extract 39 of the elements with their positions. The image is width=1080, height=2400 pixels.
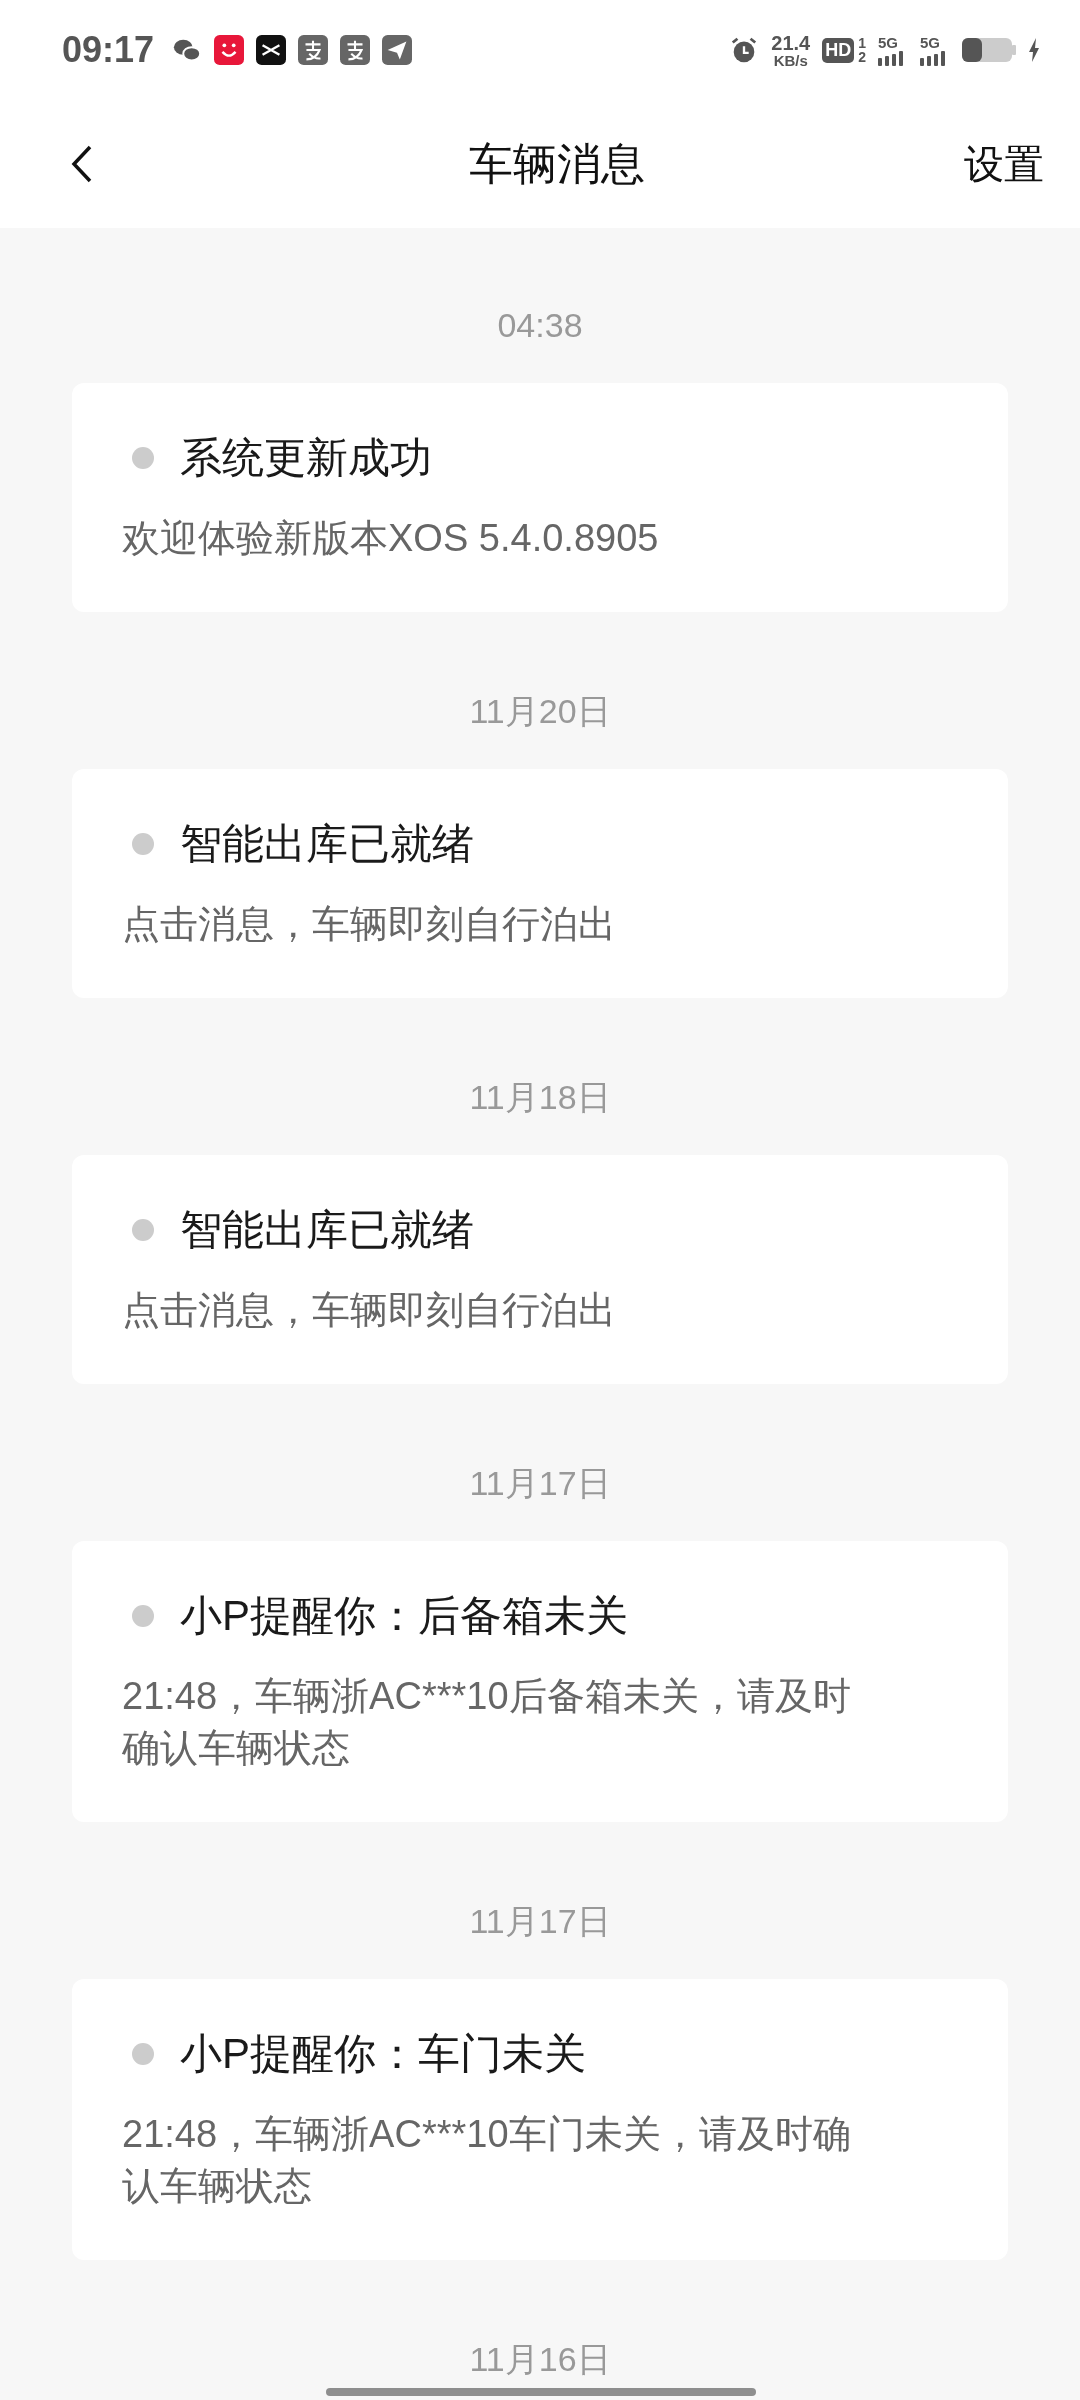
network-type: 5G [920, 34, 941, 50]
message-title: 智能出库已就绪 [180, 819, 474, 869]
network-type: 5G [878, 34, 899, 50]
message-date: 11月17日 [469, 1901, 611, 1942]
message-card[interactable]: 小P提醒你：车门未关 21:48，车辆浙AC***10车门未关，请及时确认车辆状态 [72, 1979, 1008, 2260]
payment-app-icon [340, 35, 371, 65]
message-title: 系统更新成功 [180, 433, 432, 483]
sim-slot-number: 1 [858, 36, 866, 50]
message-card[interactable]: 小P提醒你：后备箱未关 21:48，车辆浙AC***10后备箱未关，请及时确认车辆状态 [72, 1541, 1008, 1822]
hd-badge: HD [822, 37, 855, 63]
message-date: 11月17日 [469, 1463, 611, 1504]
message-card[interactable]: 系统更新成功 欢迎体验新版本XOS 5.4.0.8905 [72, 383, 1008, 612]
message-body: 点击消息，车辆即刻自行泊出 [122, 902, 617, 947]
message-date: 11月16日 [469, 2339, 611, 2380]
charging-icon [1028, 38, 1040, 62]
payment-app-icon [298, 35, 329, 65]
message-body: 21:48，车辆浙AC***10后备箱未关，请及时确认车辆状态 [122, 1674, 852, 1771]
battery-icon [962, 38, 1016, 62]
network-speed-unit: KB/s [773, 52, 808, 68]
smile-app-icon [214, 35, 245, 65]
cross-app-icon [256, 35, 287, 65]
back-icon [70, 144, 94, 184]
message-date: 11月18日 [469, 1077, 611, 1118]
sim-slot-number: 2 [858, 50, 866, 64]
message-body: 欢迎体验新版本XOS 5.4.0.8905 [122, 516, 660, 561]
message-date: 04:38 [497, 305, 583, 346]
status-time: 09:17 [62, 29, 155, 71]
message-title: 小P提醒你：后备箱未关 [180, 1591, 628, 1641]
message-body: 21:48，车辆浙AC***10车门未关，请及时确认车辆状态 [122, 2112, 852, 2209]
message-title: 小P提醒你：车门未关 [180, 2029, 586, 2079]
message-card[interactable]: 智能出库已就绪 点击消息，车辆即刻自行泊出 [72, 1155, 1008, 1384]
message-body: 点击消息，车辆即刻自行泊出 [122, 1288, 617, 1333]
message-date: 11月20日 [469, 691, 611, 732]
message-title: 智能出库已就绪 [180, 1205, 474, 1255]
message-card[interactable]: 智能出库已就绪 点击消息，车辆即刻自行泊出 [72, 769, 1008, 998]
paper-plane-icon [382, 35, 413, 65]
network-speed: 21.4 [771, 32, 811, 53]
page-title: 车辆消息 [469, 137, 645, 190]
settings-button[interactable]: 设置 [960, 132, 1048, 196]
